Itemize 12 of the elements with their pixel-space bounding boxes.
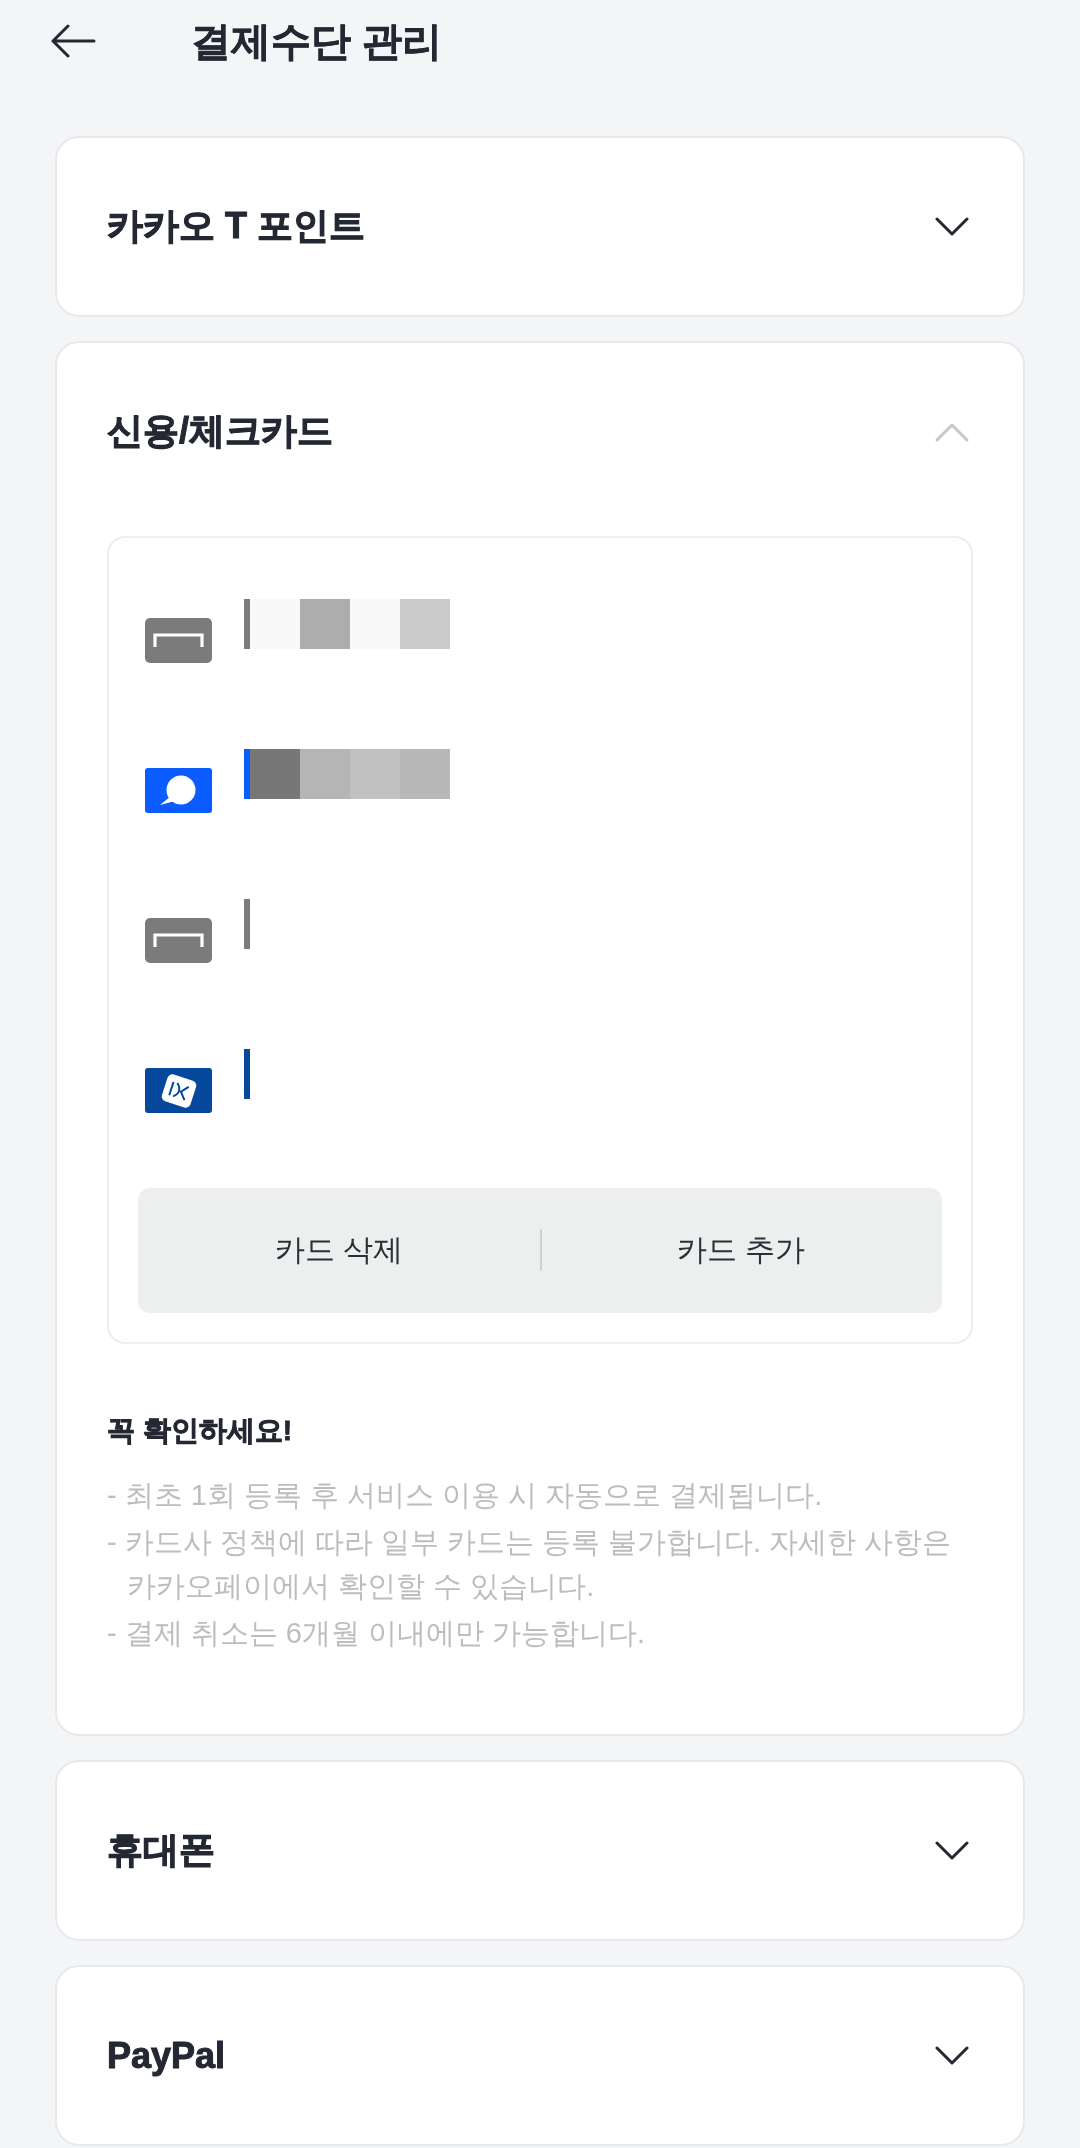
section-header[interactable]: 휴대폰 xyxy=(57,1762,1023,1939)
section-header[interactable]: 신용/체크카드 xyxy=(57,343,1023,520)
delete-card-button[interactable]: 카드 삭제 xyxy=(138,1188,540,1313)
notice-item: - 최초 1회 등록 후 서비스 이용 시 자동으로 결제됩니다. xyxy=(107,1478,824,1513)
back-arrow-icon[interactable] xyxy=(50,24,96,58)
notice-title: 꼭 확인하세요! xyxy=(107,1414,294,1448)
section-header[interactable]: 카카오 T 포인트 xyxy=(57,138,1023,315)
section-header[interactable]: PayPal xyxy=(57,1967,1023,2144)
notice-item: - 카드사 정책에 따라 일부 카드는 등록 불가합니다. 자세한 사항은 카카오페이에서 확인할 수 있습니다. xyxy=(107,1525,953,1604)
add-card-button[interactable]: 카드 추가 xyxy=(540,1188,942,1313)
notice-item: - 결제 취소는 6개월 이내에만 가능합니다. xyxy=(107,1616,647,1651)
page-title: 결제수단 관리 xyxy=(191,18,443,65)
